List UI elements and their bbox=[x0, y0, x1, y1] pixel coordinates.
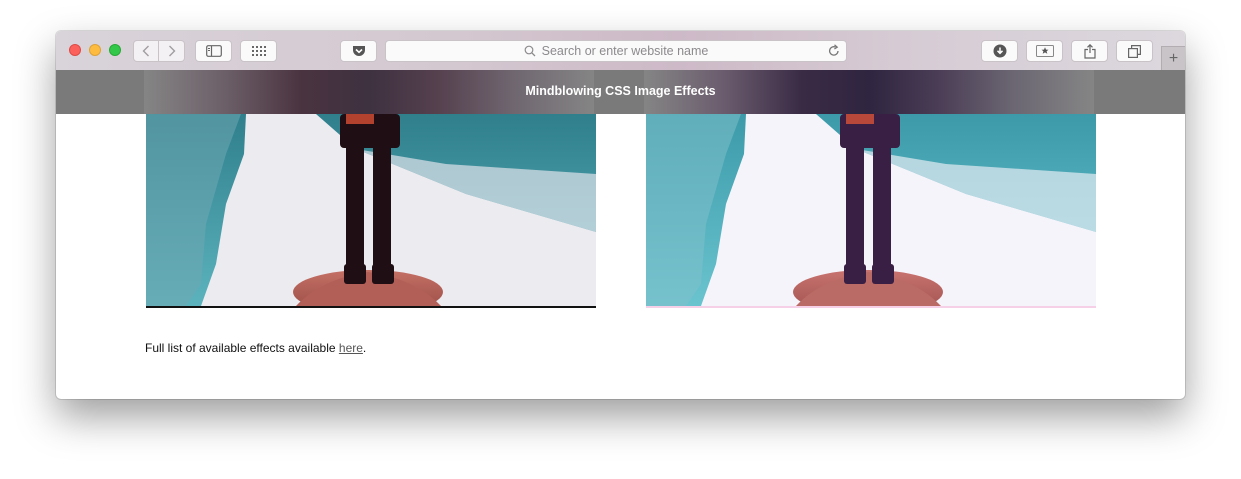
top-sites-icon bbox=[251, 46, 266, 56]
bookmark-button[interactable] bbox=[1026, 40, 1063, 62]
address-bar[interactable]: Search or enter website name bbox=[385, 40, 847, 62]
sidebar-button[interactable] bbox=[195, 40, 232, 62]
download-icon bbox=[993, 44, 1006, 58]
browser-toolbar: Search or enter website name + bbox=[56, 31, 1185, 71]
zoom-window-button[interactable] bbox=[109, 44, 121, 56]
new-tab-icon: + bbox=[1168, 49, 1179, 67]
page-header: Mindblowing CSS Image Effects bbox=[56, 70, 1185, 114]
pocket-icon bbox=[352, 46, 365, 56]
forward-button[interactable] bbox=[159, 40, 185, 62]
effects-caption: Full list of available effects available… bbox=[145, 341, 366, 355]
share-button[interactable] bbox=[1071, 40, 1108, 62]
reload-button[interactable] bbox=[828, 44, 840, 62]
reload-icon bbox=[828, 44, 839, 56]
effect-image-original bbox=[146, 114, 596, 308]
tabs-icon bbox=[1128, 44, 1141, 58]
share-icon bbox=[1083, 43, 1096, 59]
address-placeholder: Search or enter website name bbox=[541, 44, 709, 58]
back-button[interactable] bbox=[133, 40, 159, 62]
downloads-button[interactable] bbox=[981, 40, 1018, 62]
lake-photo-filtered bbox=[646, 114, 1096, 306]
back-icon bbox=[142, 45, 149, 57]
close-window-button[interactable] bbox=[69, 44, 81, 56]
search-icon bbox=[524, 45, 536, 57]
sidebar-icon bbox=[205, 45, 222, 57]
caption-text: Full list of available effects available bbox=[145, 341, 339, 355]
effects-list-link[interactable]: here bbox=[339, 341, 363, 355]
browser-window: Search or enter website name + Mindblowi… bbox=[56, 31, 1185, 399]
show-tabs-button[interactable] bbox=[1116, 40, 1153, 62]
page-title: Mindblowing CSS Image Effects bbox=[525, 84, 716, 98]
new-tab-button[interactable]: + bbox=[1161, 46, 1185, 70]
minimize-window-button[interactable] bbox=[89, 44, 101, 56]
caption-end: . bbox=[362, 341, 367, 355]
effect-image-filtered bbox=[646, 114, 1096, 308]
forward-icon bbox=[168, 45, 175, 57]
history-nav bbox=[133, 40, 185, 62]
pocket-button[interactable] bbox=[340, 40, 377, 62]
lake-photo bbox=[146, 114, 596, 306]
top-sites-button[interactable] bbox=[240, 40, 277, 62]
bookmark-icon bbox=[1035, 45, 1054, 57]
